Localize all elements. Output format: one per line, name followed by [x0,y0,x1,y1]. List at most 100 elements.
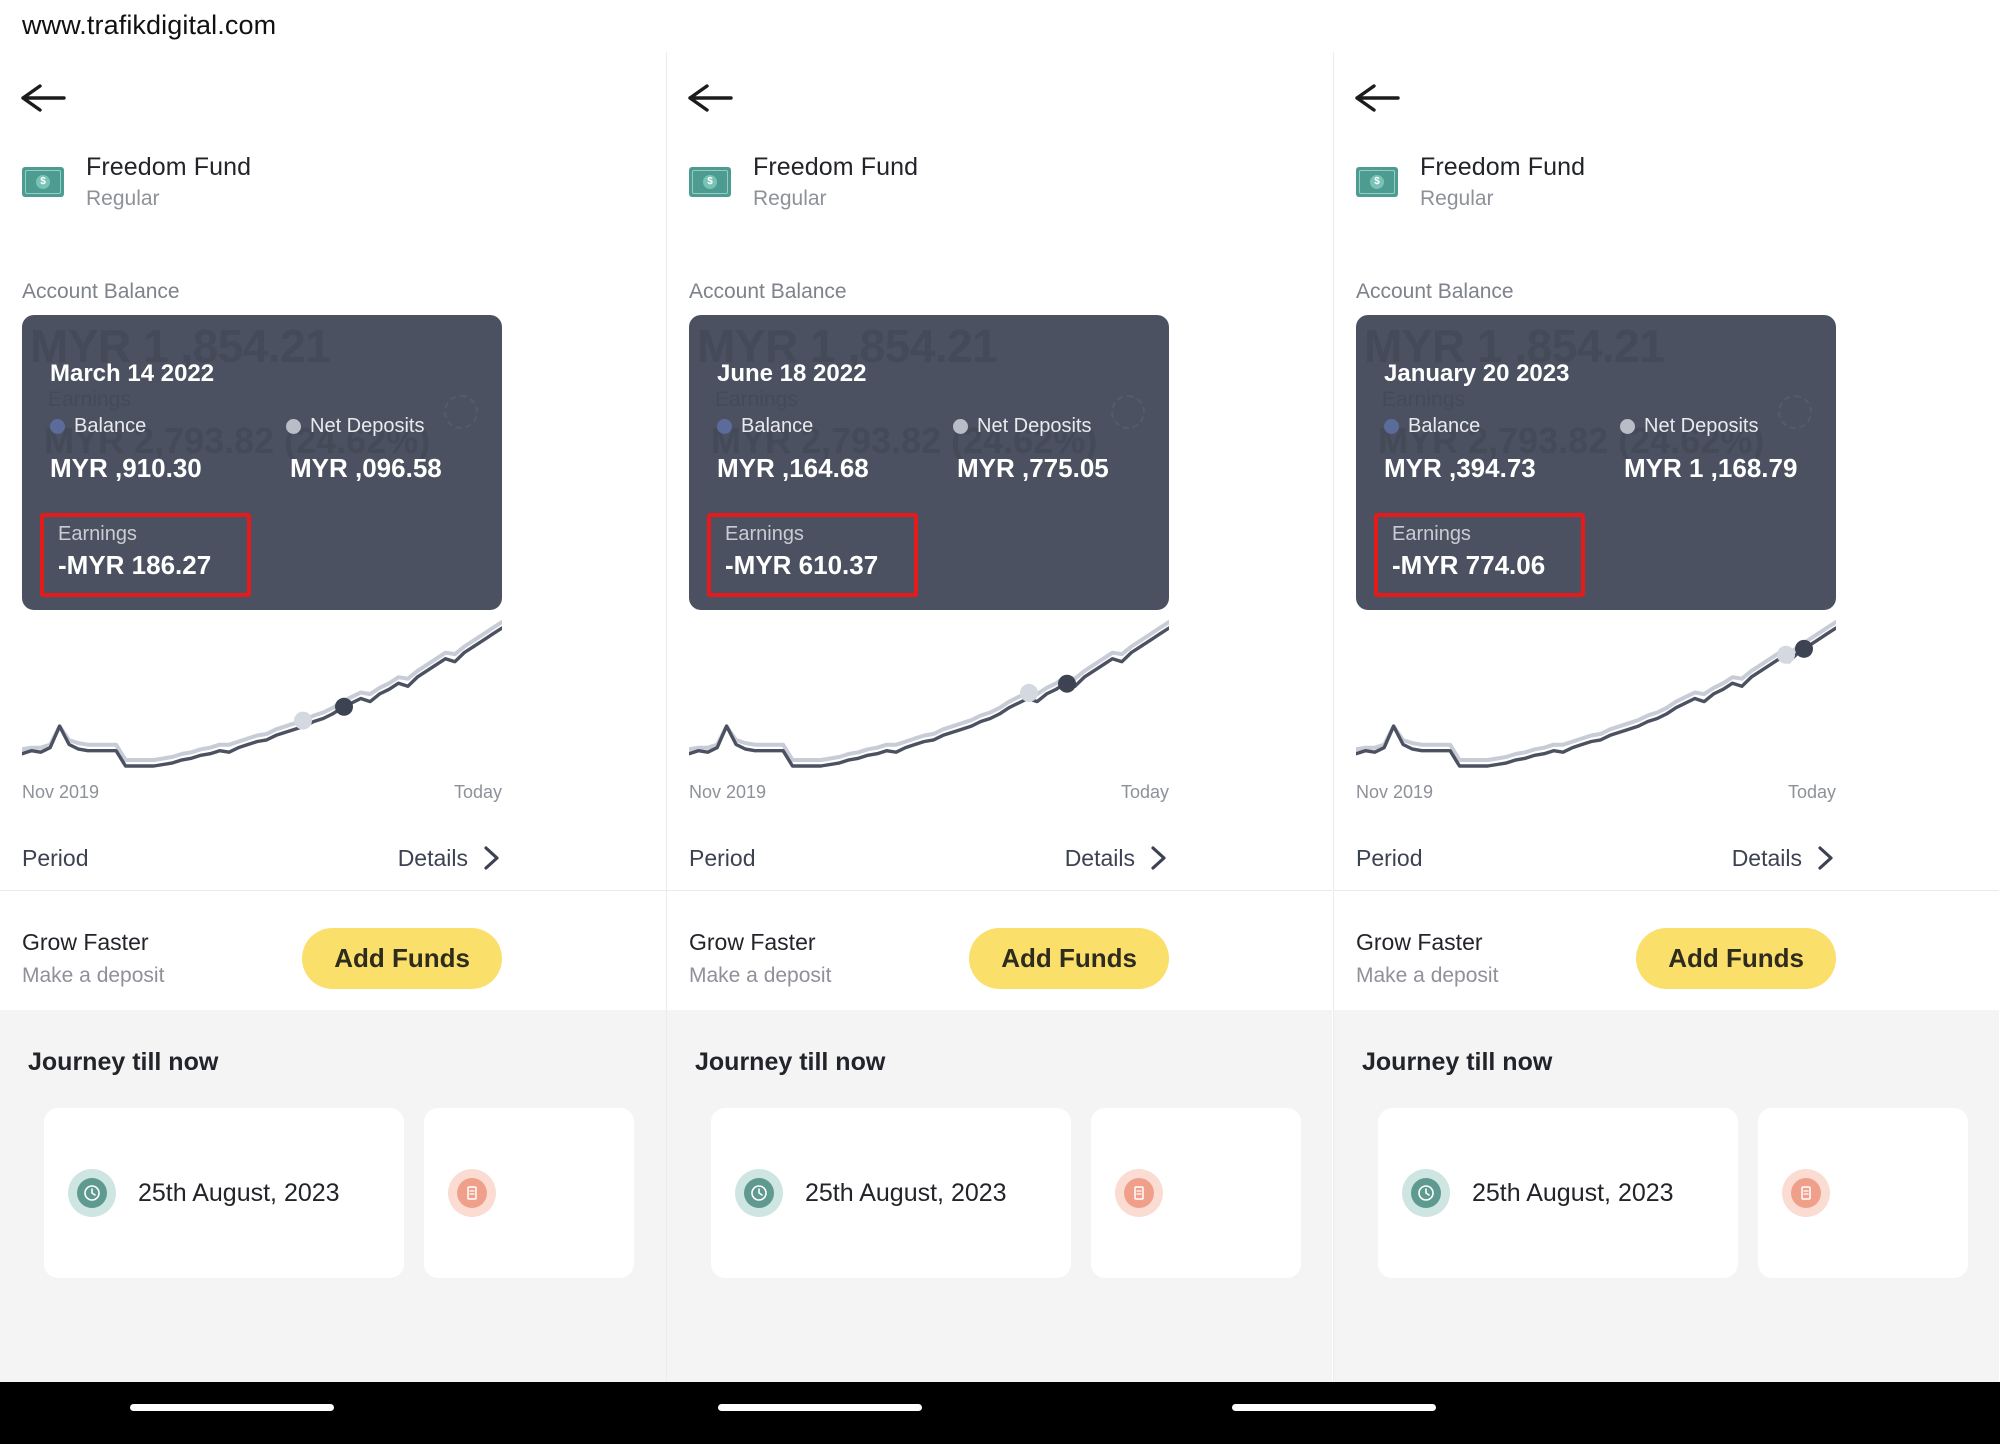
account-screen-1: $ Freedom Fund Regular Account Balance M… [0,52,666,1382]
balance-card[interactable]: MYR 1 ,854.21 Earnings MYR 2,793.82 (24.… [689,315,1169,610]
home-indicator[interactable] [1232,1404,1436,1411]
journey-card[interactable]: 25th August, 2023 [711,1108,1071,1278]
clock-icon [77,1178,107,1208]
legend-item-net-deposits: Net Deposits [953,415,1092,438]
details-button[interactable]: Details [398,845,502,872]
net-deposits-dot-icon [286,419,301,434]
fund-header: $ Freedom Fund Regular [1356,152,1585,211]
document-icon [1134,1186,1144,1200]
journey-card[interactable] [1758,1108,1968,1278]
journey-avatar [1115,1169,1163,1217]
balance-dot-icon [1384,419,1399,434]
ghost-earnings-label: Earnings [48,388,131,411]
details-label: Details [397,844,468,871]
chart-icon [1356,620,1836,768]
details-button[interactable]: Details [1065,845,1169,872]
fund-header: $ Freedom Fund Regular [22,152,251,211]
tooltip-date: June 18 2022 [717,360,867,387]
earnings-value: -MYR 774.06 [1392,550,1546,580]
home-indicator[interactable] [718,1404,922,1411]
legend-label-balance: Balance [1408,415,1481,437]
balance-value: MYR ,164.68 [717,453,869,483]
chevron-right-icon [1151,846,1166,870]
legend-item-net-deposits: Net Deposits [286,415,425,438]
period-row[interactable]: Period Details [1356,830,1836,886]
chevron-right-icon [484,846,499,870]
tooltip-date: March 14 2022 [50,360,215,387]
journey-card[interactable]: 25th August, 2023 [1378,1108,1738,1278]
period-row[interactable]: Period Details [22,830,502,886]
balance-card[interactable]: MYR 1 ,854.21 Earnings MYR 2,793.82 (24.… [22,315,502,610]
grow-subtitle: Make a deposit [1356,963,1499,987]
fund-title: Freedom Fund [1420,153,1586,181]
balance-dot-icon [717,419,732,434]
earnings-label: Earnings [58,523,137,545]
earnings-label: Earnings [725,523,804,545]
add-funds-button[interactable]: Add Funds [302,927,502,989]
balance-card[interactable]: MYR 1 ,854.21 Earnings MYR 2,793.82 (24.… [1356,315,1836,610]
clock-icon [1418,1185,1434,1201]
back-button[interactable] [1354,78,1414,124]
back-button[interactable] [20,78,80,124]
balance-dot-icon [50,419,65,434]
journey-avatar [735,1169,783,1217]
clock-icon [751,1185,767,1201]
journey-card[interactable] [424,1108,634,1278]
home-indicator[interactable] [130,1404,334,1411]
clock-icon [84,1185,100,1201]
balance-value: MYR ,910.30 [50,453,202,483]
money-bill-icon: $ [22,166,64,197]
divider [1334,890,1999,891]
legend-item-net-deposits: Net Deposits [1620,415,1759,438]
account-balance-label: Account Balance [1356,280,1514,303]
add-funds-button[interactable]: Add Funds [1636,927,1836,989]
journey-title: Journey till now [695,1048,886,1076]
balance-chart[interactable] [1356,612,1836,772]
chart-icon [22,620,502,768]
fund-subtitle: Regular [1420,187,1494,211]
legend: Balance Net Deposits [717,415,1149,445]
period-label: Period [22,844,89,871]
value-row: MYR ,394.73 MYR 1 ,168.79 [1384,453,1824,489]
chart-axis: Nov 2019 Today [1356,782,1836,803]
fund-title: Freedom Fund [86,153,252,181]
details-button[interactable]: Details [1732,845,1836,872]
legend-label-balance: Balance [741,415,814,437]
journey-avatar [1782,1169,1830,1217]
device-home-bar [0,1382,2000,1444]
divider [667,890,1332,891]
net-deposits-value: MYR 1 ,168.79 [1624,453,1798,483]
journey-avatar [1402,1169,1450,1217]
axis-start-label: Nov 2019 [22,782,100,802]
balance-chart[interactable] [22,612,502,772]
value-row: MYR ,164.68 MYR ,775.05 [717,453,1157,489]
fund-title: Freedom Fund [753,153,919,181]
document-icon [1791,1178,1821,1208]
account-balance-label: Account Balance [689,280,847,303]
back-arrow-icon [21,84,66,112]
journey-date: 25th August, 2023 [805,1178,1007,1207]
grow-title: Grow Faster [1356,928,1483,955]
legend-label-balance: Balance [74,415,147,437]
legend-item-balance: Balance [1384,415,1480,438]
ghost-earnings-label: Earnings [1382,388,1465,411]
journey-section: Journey till now 25th August, 2023 [667,1010,1332,1382]
axis-end-label: Today [1787,782,1836,802]
back-arrow-icon [688,84,733,112]
back-button[interactable] [687,78,747,124]
journey-card[interactable] [1091,1108,1301,1278]
period-row[interactable]: Period Details [689,830,1169,886]
earnings-value: -MYR 610.37 [725,550,879,580]
details-label: Details [1731,844,1802,871]
period-label: Period [689,844,756,871]
journey-card[interactable]: 25th August, 2023 [44,1108,404,1278]
clock-icon [744,1178,774,1208]
grow-title: Grow Faster [689,928,816,955]
net-deposits-value: MYR ,775.05 [957,453,1109,483]
balance-chart[interactable] [689,612,1169,772]
add-funds-button[interactable]: Add Funds [969,927,1169,989]
net-deposits-value: MYR ,096.58 [290,453,442,483]
details-label: Details [1064,844,1135,871]
earnings-label: Earnings [1392,523,1471,545]
document-icon [467,1186,477,1200]
